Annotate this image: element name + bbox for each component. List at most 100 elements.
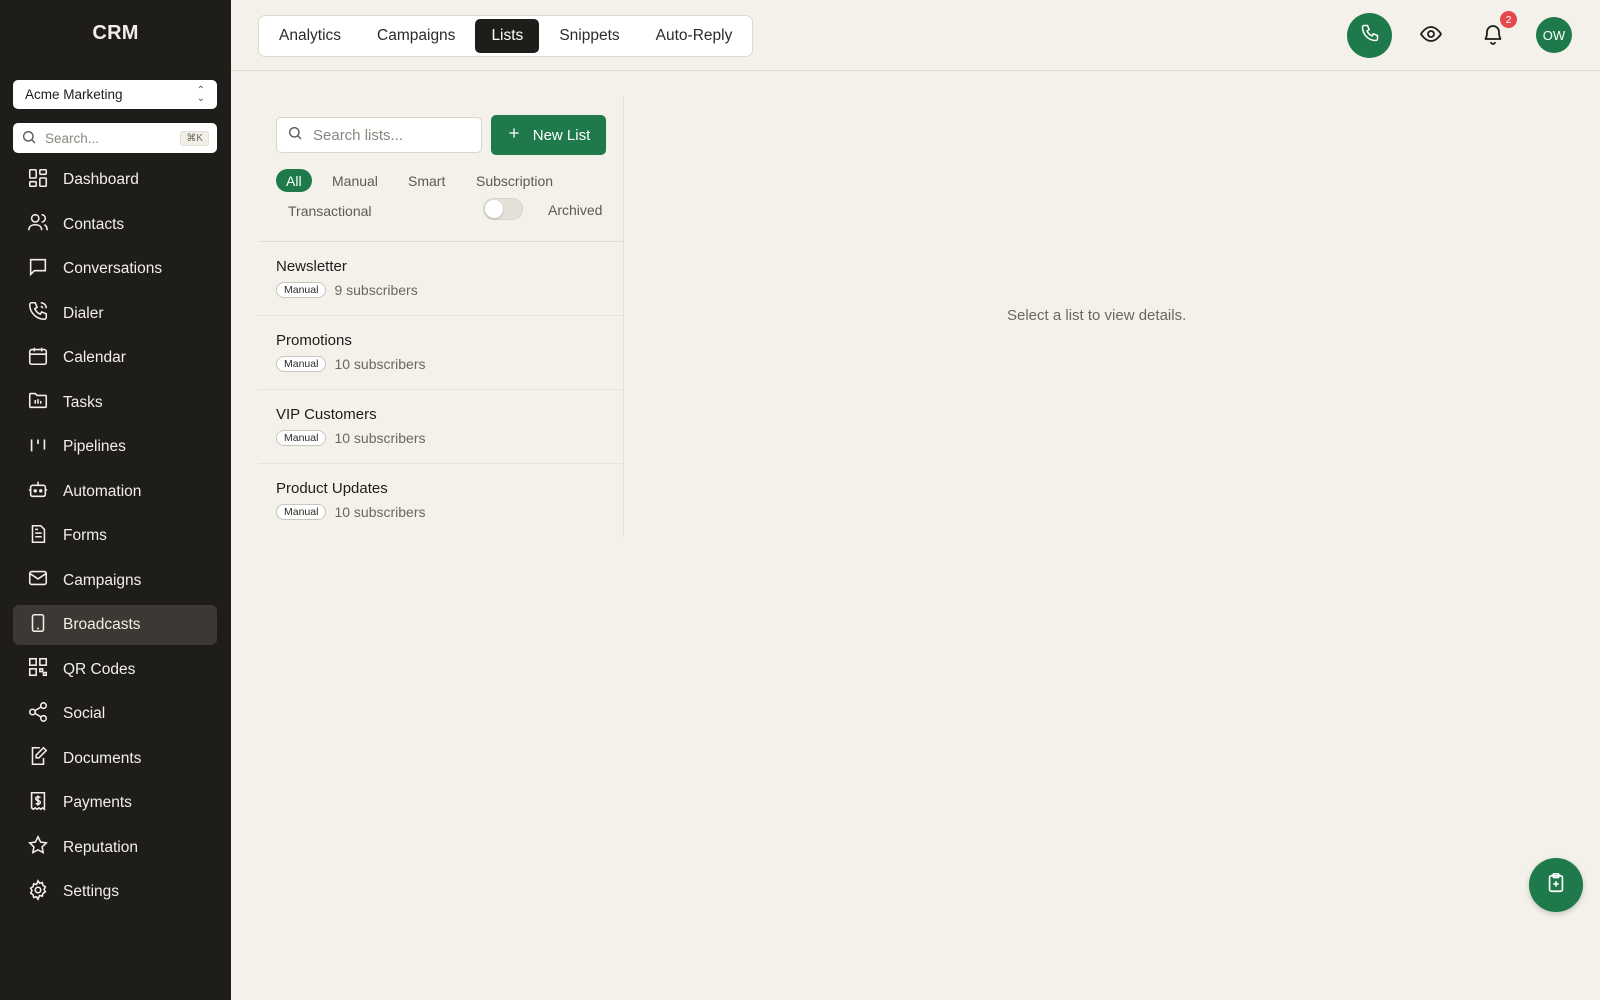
star-icon — [27, 834, 49, 861]
tab-analytics[interactable]: Analytics — [263, 19, 357, 53]
bell-icon — [1481, 22, 1505, 51]
subscriber-count: 9 subscribers — [334, 282, 418, 298]
filter-subscription[interactable]: Subscription — [466, 169, 563, 192]
archived-toggle[interactable] — [483, 198, 523, 220]
mail-icon — [27, 567, 49, 594]
detail-empty-message: Select a list to view details. — [1007, 307, 1187, 324]
tab-snippets[interactable]: Snippets — [543, 19, 635, 53]
search-icon — [287, 125, 303, 145]
filter-all[interactable]: All — [276, 169, 312, 192]
list-item[interactable]: Promotions Manual 10 subscribers — [258, 316, 624, 390]
filter-transactional[interactable]: Transactional — [278, 199, 382, 222]
calendar-icon — [27, 345, 49, 372]
list-search[interactable] — [276, 117, 482, 153]
receipt-icon — [27, 790, 49, 817]
app-title: CRM — [92, 22, 139, 44]
lists-panel: New List All Manual Smart Subscription T… — [258, 97, 624, 537]
call-button[interactable] — [1347, 13, 1392, 58]
sidebar-item-dialer[interactable]: Dialer — [13, 294, 217, 334]
tab-campaigns[interactable]: Campaigns — [361, 19, 471, 53]
notification-count-badge: 2 — [1500, 11, 1517, 28]
filter-smart[interactable]: Smart — [398, 169, 455, 192]
sidebar-item-label: Payments — [63, 794, 132, 811]
sidebar-search[interactable]: Search... ⌘K — [13, 123, 217, 153]
filter-manual[interactable]: Manual — [322, 169, 388, 192]
toggle-knob — [485, 200, 503, 218]
sidebar-item-settings[interactable]: Settings — [13, 872, 217, 912]
chevron-up-down-icon: ⌃ ⌄ — [196, 84, 205, 104]
gear-icon — [27, 878, 49, 906]
qr-code-icon — [27, 656, 49, 683]
preview-button[interactable] — [1418, 23, 1444, 49]
sidebar-item-label: Dialer — [63, 304, 104, 322]
sidebar-item-label: Documents — [63, 749, 142, 767]
sidebar-nav: Dashboard Contacts Conversations Dialer … — [13, 160, 217, 917]
list-type-badge: Manual — [276, 356, 327, 372]
sidebar-item-calendar[interactable]: Calendar — [13, 338, 217, 378]
sidebar-item-social[interactable]: Social — [13, 694, 217, 734]
list-search-input[interactable] — [313, 126, 463, 144]
sidebar-search-placeholder: Search... — [45, 130, 100, 146]
new-list-button[interactable]: New List — [491, 115, 606, 155]
sidebar-item-broadcasts[interactable]: Broadcasts — [13, 605, 217, 645]
sidebar-item-conversations[interactable]: Conversations — [13, 249, 217, 289]
bot-icon — [27, 478, 49, 505]
workspace-name: Acme Marketing — [25, 87, 123, 102]
list-name: Product Updates — [276, 480, 388, 497]
subscriber-count: 10 subscribers — [334, 504, 426, 520]
sidebar-item-label: Reputation — [63, 838, 138, 856]
tasks-folder-icon — [27, 389, 49, 416]
lists: Newsletter Manual 9 subscribers Promotio… — [258, 241, 624, 538]
sidebar-item-label: Automation — [63, 482, 142, 500]
sidebar: CRM Acme Marketing ⌃ ⌄ Search... ⌘K Dashb… — [0, 0, 231, 1000]
list-type-badge: Manual — [276, 282, 327, 298]
sidebar-item-reputation[interactable]: Reputation — [13, 828, 217, 868]
sidebar-item-label: Contacts — [63, 215, 125, 233]
sidebar-item-label: QR Codes — [63, 660, 136, 678]
shortcut-hint: ⌘K — [180, 130, 209, 146]
chat-icon — [27, 256, 49, 283]
list-item[interactable]: VIP Customers Manual 10 subscribers — [258, 390, 624, 464]
list-item[interactable]: Product Updates Manual 10 subscribers — [258, 464, 624, 538]
document-edit-icon — [27, 745, 49, 772]
eye-icon — [1419, 22, 1443, 51]
sidebar-item-payments[interactable]: Payments — [13, 783, 217, 823]
sidebar-item-dashboard[interactable]: Dashboard — [13, 160, 217, 200]
new-list-label: New List — [532, 126, 591, 144]
plus-icon — [507, 126, 521, 144]
tablet-icon — [27, 612, 49, 639]
section-tabs: Analytics Campaigns Lists Snippets Auto-… — [258, 15, 754, 57]
list-name: VIP Customers — [276, 406, 377, 423]
sidebar-item-label: Settings — [63, 883, 120, 900]
top-bar: Analytics Campaigns Lists Snippets Auto-… — [231, 0, 1600, 71]
dashboard-icon — [27, 167, 49, 194]
tab-lists[interactable]: Lists — [475, 19, 540, 53]
sidebar-item-forms[interactable]: Forms — [13, 516, 217, 556]
sidebar-item-label: Campaigns — [63, 571, 142, 589]
sidebar-item-tasks[interactable]: Tasks — [13, 383, 217, 423]
share-icon — [27, 701, 49, 728]
sidebar-item-label: Calendar — [63, 349, 126, 366]
phone-icon — [1360, 23, 1380, 48]
sidebar-item-label: Conversations — [63, 260, 163, 277]
sidebar-item-contacts[interactable]: Contacts — [13, 205, 217, 245]
workspace-selector[interactable]: Acme Marketing ⌃ ⌄ — [13, 80, 217, 109]
list-item[interactable]: Newsletter Manual 9 subscribers — [258, 242, 624, 316]
sidebar-item-qr-codes[interactable]: QR Codes — [13, 650, 217, 690]
list-type-badge: Manual — [276, 430, 327, 446]
search-icon — [21, 129, 37, 148]
list-name: Newsletter — [276, 258, 347, 275]
subscriber-count: 10 subscribers — [334, 430, 426, 446]
list-name: Promotions — [276, 332, 352, 349]
sidebar-item-automation[interactable]: Automation — [13, 472, 217, 512]
clipboard-plus-icon — [1545, 872, 1567, 899]
pipelines-icon — [27, 434, 49, 461]
sidebar-item-pipelines[interactable]: Pipelines — [13, 427, 217, 467]
sidebar-item-label: Pipelines — [63, 438, 126, 455]
user-avatar[interactable]: OW — [1536, 17, 1572, 53]
sidebar-item-documents[interactable]: Documents — [13, 739, 217, 779]
floating-action-button[interactable] — [1529, 858, 1583, 912]
tab-auto-reply[interactable]: Auto-Reply — [640, 19, 749, 53]
sidebar-item-campaigns[interactable]: Campaigns — [13, 561, 217, 601]
sidebar-item-label: Forms — [63, 527, 107, 544]
